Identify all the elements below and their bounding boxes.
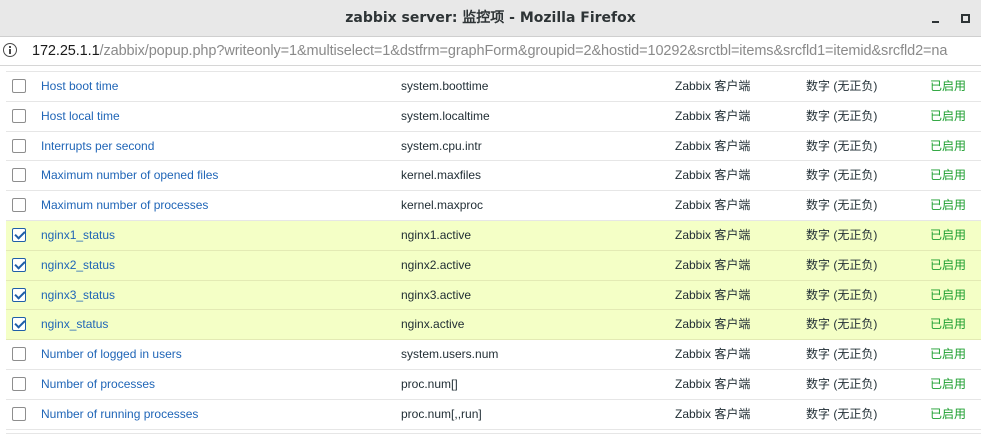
item-status: 已启用 xyxy=(930,406,967,421)
row-checkbox[interactable] xyxy=(12,347,26,362)
item-type: Zabbix 客户端 xyxy=(675,406,751,421)
item-key: kernel.maxfiles xyxy=(401,168,482,183)
item-status: 已启用 xyxy=(930,138,967,153)
item-status: 已启用 xyxy=(930,257,967,272)
item-name-link[interactable]: nginx_status xyxy=(41,310,108,339)
item-name-link[interactable]: Host local time xyxy=(41,102,120,131)
url-host: 172.25.1.1 xyxy=(32,43,100,59)
item-info: 数字 (无正负) xyxy=(806,227,878,242)
item-key: system.users.num xyxy=(401,347,499,362)
url-path: /zabbix/popup.php?writeonly=1&multiselec… xyxy=(99,43,948,59)
item-status: 已启用 xyxy=(930,168,967,183)
item-info: 数字 (无正负) xyxy=(806,108,878,123)
item-key: kernel.maxproc xyxy=(401,198,484,213)
item-info: 数字 (无正负) xyxy=(806,406,878,421)
table-row[interactable]: nginx_status nginx.active Zabbix 客户端 数字 (无正… xyxy=(6,310,981,341)
row-checkbox[interactable] xyxy=(12,376,26,391)
item-type: Zabbix 客户端 xyxy=(675,347,751,362)
item-info: 数字 (无正负) xyxy=(806,79,878,93)
item-info: 数字 (无正负) xyxy=(806,347,878,362)
item-type: Zabbix 客户端 xyxy=(675,198,751,213)
item-info: 数字 (无正负) xyxy=(806,198,878,213)
item-info: 数字 (无正负) xyxy=(806,317,878,332)
item-info: 数字 (无正负) xyxy=(806,287,878,302)
minimize-icon[interactable] xyxy=(929,11,943,25)
table-row[interactable]: Number of running processes proc.num[,,ru… xyxy=(6,400,981,430)
item-name-link[interactable]: nginx1_status xyxy=(41,221,115,250)
item-key: proc.num[,,run] xyxy=(401,406,482,421)
table-row[interactable]: Number of logged in users system.users.nu… xyxy=(6,340,981,370)
info-icon[interactable] xyxy=(3,43,17,57)
item-name-link[interactable]: nginx2_status xyxy=(41,251,115,280)
item-name-link[interactable]: Maximum number of processes xyxy=(41,191,208,220)
item-type: Zabbix 客户端 xyxy=(675,227,751,242)
item-status: 已启用 xyxy=(930,227,967,242)
item-name-link[interactable]: Number of processes xyxy=(41,370,155,399)
item-type: Zabbix 客户端 xyxy=(675,138,751,153)
item-type: Zabbix 客户端 xyxy=(675,168,751,183)
table-row-partial xyxy=(6,433,981,438)
row-checkbox[interactable] xyxy=(12,317,26,332)
item-name-link[interactable]: Maximum number of opened files xyxy=(41,161,218,190)
row-checkbox[interactable] xyxy=(12,287,26,302)
item-name-link[interactable]: Interrupts per second xyxy=(41,132,154,161)
row-checkbox[interactable] xyxy=(12,257,26,272)
url-text[interactable]: 172.25.1.1/zabbix/popup.php?writeonly=1&… xyxy=(32,37,947,65)
items-table: Host boot time system.boottime Zabbix 客户端数… xyxy=(6,71,981,430)
window-title: zabbix server: 监控项 - Mozilla Firefox xyxy=(345,10,636,26)
item-status: 已启用 xyxy=(930,108,967,123)
item-key: nginx.active xyxy=(401,317,465,332)
row-checkbox[interactable] xyxy=(12,168,26,183)
item-type: Zabbix 客户端 xyxy=(675,79,751,93)
item-name-link[interactable]: Number of running processes xyxy=(41,400,198,429)
row-checkbox[interactable] xyxy=(12,406,26,421)
item-status: 已启用 xyxy=(930,79,967,93)
table-row[interactable]: Number of processes proc.num[] Zabbix 客户端 数… xyxy=(6,370,981,400)
item-info: 数字 (无正负) xyxy=(806,168,878,183)
item-status: 已启用 xyxy=(930,317,967,332)
items-popup-content: Host boot time system.boottime Zabbix 客户端数… xyxy=(0,66,981,438)
item-info: 数字 (无正负) xyxy=(806,376,878,391)
item-status: 已启用 xyxy=(930,198,967,213)
item-status: 已启用 xyxy=(930,347,967,362)
item-info: 数字 (无正负) xyxy=(806,257,878,272)
item-key: nginx3.active xyxy=(401,287,472,302)
item-status: 已启用 xyxy=(930,287,967,302)
table-row[interactable]: nginx2_status nginx2.active Zabbix 客户端 数字 (… xyxy=(6,250,981,281)
row-checkbox[interactable] xyxy=(12,108,26,123)
table-row[interactable]: Host boot time system.boottime Zabbix 客户端 数… xyxy=(6,72,981,102)
item-info: 数字 (无正负) xyxy=(806,138,878,153)
table-row[interactable]: Interrupts per second system.cpu.intr Zabb… xyxy=(6,132,981,162)
item-name-link[interactable]: Host boot time xyxy=(41,72,118,101)
row-checkbox[interactable] xyxy=(12,138,26,153)
maximize-icon[interactable] xyxy=(958,11,972,25)
item-key: system.boottime xyxy=(401,79,489,93)
item-name-link[interactable]: Number of logged in users xyxy=(41,340,182,369)
item-type: Zabbix 客户端 xyxy=(675,317,751,332)
table-row[interactable]: Maximum number of opened files kernel.max… xyxy=(6,161,981,192)
item-type: Zabbix 客户端 xyxy=(675,376,751,391)
item-key: system.cpu.intr xyxy=(401,138,482,153)
table-row[interactable]: Host local time system.localtime Zabbix 客户… xyxy=(6,102,981,132)
item-name-link[interactable]: nginx3_status xyxy=(41,281,115,310)
item-key: proc.num[] xyxy=(401,376,458,391)
table-row[interactable]: nginx1_status nginx1.active Zabbix 客户端 数字 (… xyxy=(6,220,981,251)
item-type: Zabbix 客户端 xyxy=(675,287,751,302)
url-bar[interactable]: 172.25.1.1/zabbix/popup.php?writeonly=1&… xyxy=(0,37,981,66)
item-status: 已启用 xyxy=(930,376,967,391)
item-type: Zabbix 客户端 xyxy=(675,257,751,272)
table-row[interactable]: nginx3_status nginx3.active Zabbix 客户端 数字 (… xyxy=(6,280,981,311)
item-key: system.localtime xyxy=(401,108,490,123)
item-key: nginx1.active xyxy=(401,227,472,242)
row-checkbox[interactable] xyxy=(12,79,26,93)
row-checkbox[interactable] xyxy=(12,227,26,242)
window-titlebar: zabbix server: 监控项 - Mozilla Firefox xyxy=(0,0,981,37)
table-row[interactable]: Maximum number of processes kernel.maxpro… xyxy=(6,191,981,221)
item-type: Zabbix 客户端 xyxy=(675,108,751,123)
row-checkbox[interactable] xyxy=(12,198,26,213)
item-key: nginx2.active xyxy=(401,257,472,272)
